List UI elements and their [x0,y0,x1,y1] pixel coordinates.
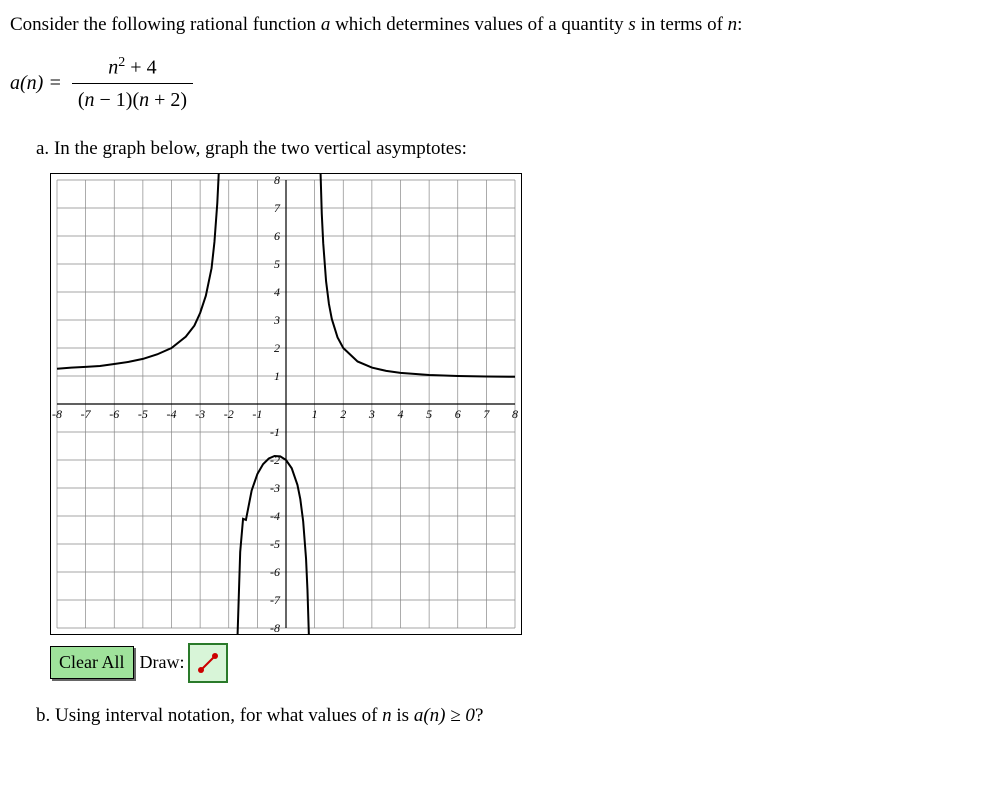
svg-text:-7: -7 [270,593,281,607]
graph-container: -8-7-6-5-4-3-2-112345678-8-7-6-5-4-3-2-1… [50,173,990,635]
svg-text:7: 7 [483,407,490,421]
svg-text:4: 4 [398,407,404,421]
graph-toolbar: Clear All Draw: [50,643,990,683]
svg-text:-6: -6 [270,565,280,579]
svg-text:6: 6 [455,407,461,421]
line-tool-button[interactable] [188,643,228,683]
graph-plot[interactable]: -8-7-6-5-4-3-2-112345678-8-7-6-5-4-3-2-1… [50,173,522,635]
svg-text:2: 2 [274,341,280,355]
svg-text:-3: -3 [195,407,205,421]
svg-text:-8: -8 [52,407,62,421]
part-b-mid: is [392,705,414,726]
line-tool-icon [194,649,222,677]
denominator: (n − 1)(n + 2) [72,84,193,114]
part-b-label: b. [36,705,55,726]
svg-text:-8: -8 [270,621,280,635]
draw-label: Draw: [140,650,185,675]
svg-text:1: 1 [274,369,280,383]
svg-text:6: 6 [274,229,280,243]
svg-text:-3: -3 [270,481,280,495]
intro-var-n: n [728,14,738,35]
part-a: a. In the graph below, graph the two ver… [36,136,990,163]
svg-text:1: 1 [312,407,318,421]
svg-text:5: 5 [274,257,280,271]
intro-prefix: Consider the following rational function [10,14,321,35]
numerator: n2 + 4 [72,53,193,85]
svg-text:-1: -1 [270,425,280,439]
intro-mid: which determines values of a quantity [330,14,628,35]
svg-text:-5: -5 [138,407,148,421]
intro-var-a: a [321,14,331,35]
problem-intro: Consider the following rational function… [10,12,990,39]
svg-text:3: 3 [368,407,375,421]
part-b-var: n [382,705,392,726]
svg-text:-4: -4 [270,509,280,523]
svg-text:7: 7 [274,201,281,215]
clear-all-button[interactable]: Clear All [50,646,134,679]
svg-text:-2: -2 [224,407,234,421]
part-b: b. Using interval notation, for what val… [36,703,990,730]
intro-suffix: : [737,14,742,35]
fraction: n2 + 4 (n − 1)(n + 2) [72,53,193,115]
part-b-fn: a(n) ≥ 0 [414,705,475,726]
svg-text:-4: -4 [167,407,177,421]
function-definition: a(n) = n2 + 4 (n − 1)(n + 2) [10,53,990,115]
part-a-text: In the graph below, graph the two vertic… [54,138,467,159]
svg-text:8: 8 [274,173,280,187]
svg-text:5: 5 [426,407,432,421]
svg-text:2: 2 [340,407,346,421]
function-left: a(n) = [10,69,62,97]
part-a-label: a. [36,138,54,159]
intro-mid2: in terms of [636,14,728,35]
part-b-prefix: Using interval notation, for what values… [55,705,382,726]
svg-text:-1: -1 [252,407,262,421]
part-b-suffix: ? [475,705,483,726]
intro-var-s: s [628,14,635,35]
svg-text:-7: -7 [81,407,92,421]
svg-text:-6: -6 [109,407,119,421]
svg-text:-5: -5 [270,537,280,551]
svg-text:8: 8 [512,407,518,421]
svg-text:4: 4 [274,285,280,299]
svg-text:3: 3 [273,313,280,327]
